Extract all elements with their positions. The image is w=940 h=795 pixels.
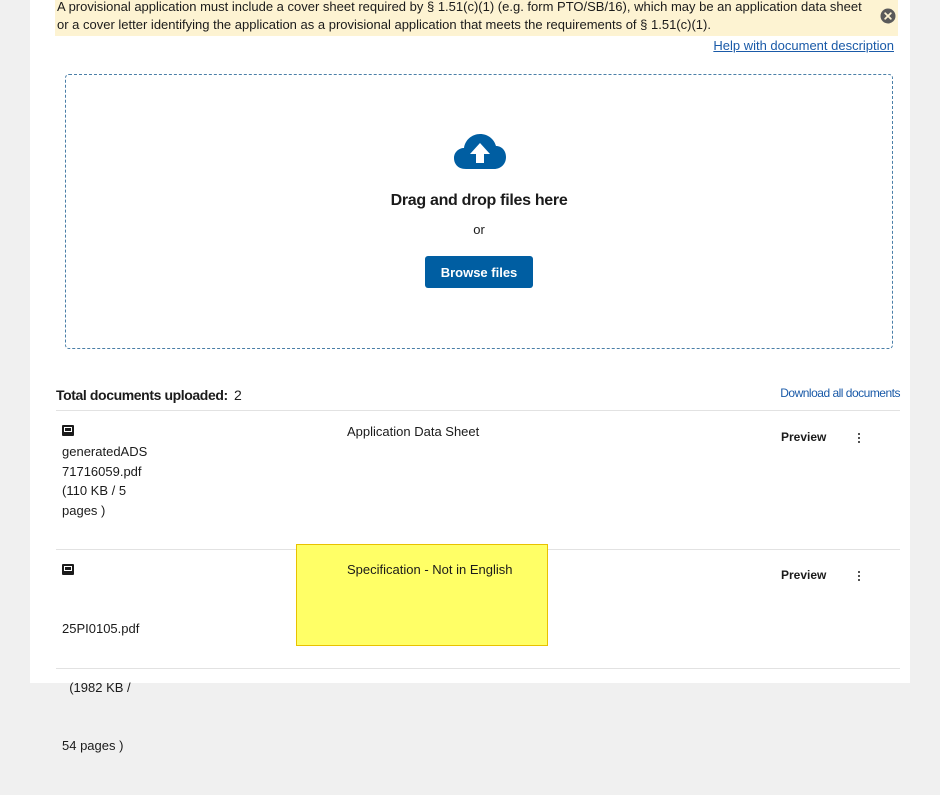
notice-line-2: or a cover letter identifying the applic… — [57, 17, 711, 32]
file-dropzone[interactable]: Drag and drop files here or Browse files — [65, 74, 893, 349]
provisional-notice-banner: A provisional application must include a… — [55, 0, 898, 36]
file-info: generatedADS 71716059.pdf (110 KB / 5 pa… — [62, 442, 147, 520]
document-row: generatedADS 71716059.pdf (110 KB / 5 pa… — [56, 410, 900, 549]
preview-button[interactable]: Preview — [781, 568, 826, 582]
total-documents-label: Total documents uploaded: — [56, 387, 228, 403]
help-document-description-link[interactable]: Help with document description — [713, 38, 894, 53]
pdf-file-icon — [62, 564, 74, 575]
more-options-icon[interactable] — [856, 433, 862, 445]
file-pages: pages ) — [62, 502, 106, 518]
browse-files-button[interactable]: Browse files — [425, 256, 533, 288]
file-size: (1982 KB / — [62, 679, 131, 695]
document-row: 25PI0105.pdf (1982 KB / 54 pages ) Speci… — [56, 549, 900, 753]
document-description[interactable]: Application Data Sheet — [347, 424, 479, 439]
file-name-part-1: generatedADS — [62, 444, 148, 459]
file-name-part-2: 71716059.pdf — [62, 463, 142, 479]
file-info: 25PI0105.pdf (1982 KB / 54 pages ) — [62, 580, 139, 795]
more-options-icon[interactable] — [856, 571, 862, 583]
preview-button[interactable]: Preview — [781, 430, 826, 444]
cloud-upload-icon — [454, 134, 506, 169]
file-size: (110 KB / 5 — [62, 483, 127, 498]
file-name: 25PI0105.pdf — [62, 621, 140, 636]
divider — [56, 668, 900, 669]
pdf-file-icon — [62, 425, 74, 436]
file-pages: 54 pages ) — [62, 738, 124, 753]
dropzone-title: Drag and drop files here — [390, 192, 568, 209]
notice-text: A provisional application must include a… — [57, 0, 877, 34]
total-documents-count: 2 — [234, 387, 242, 403]
notice-line-1: A provisional application must include a… — [57, 0, 862, 14]
close-icon[interactable] — [880, 8, 896, 24]
download-all-documents-link[interactable]: Download all documents — [780, 386, 900, 400]
document-description[interactable]: Specification - Not in English — [347, 562, 512, 577]
dropzone-or-text: or — [473, 222, 485, 237]
